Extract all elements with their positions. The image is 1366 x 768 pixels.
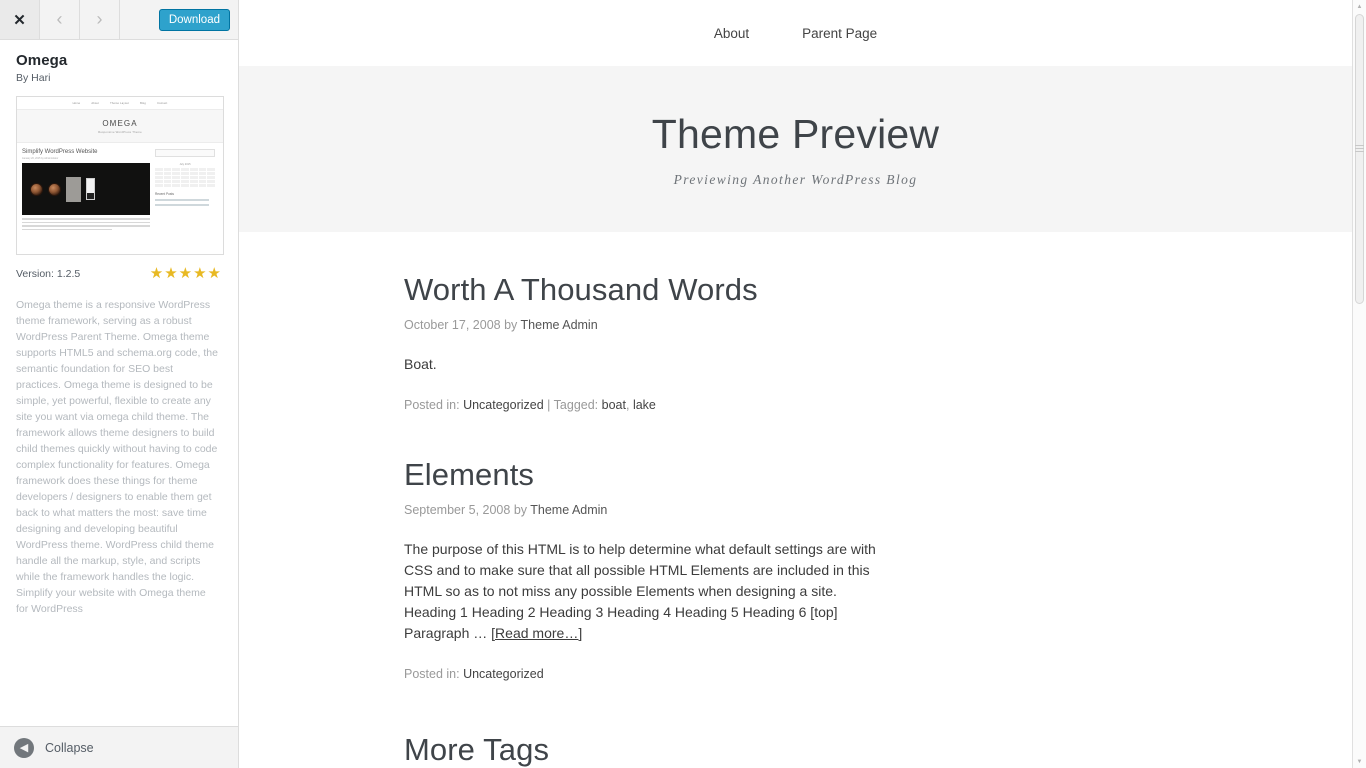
post-footer: Posted in: Uncategorized | Tagged: boat,… (404, 398, 1352, 412)
screenshot-calendar-title: July 2015 (179, 163, 191, 166)
theme-author: By Hari (16, 72, 51, 84)
screenshot-excerpt-lines (22, 218, 150, 230)
preview-toolbar: ✕ ‹ › Download (0, 0, 238, 40)
close-icon[interactable]: ✕ (0, 0, 40, 39)
previous-theme-button[interactable]: ‹ (40, 0, 80, 39)
post-title[interactable]: Elements (404, 457, 1352, 493)
screenshot-nav-item: Theme Layout (110, 101, 130, 105)
theme-meta-row: Version: 1.2.5 ★★★★★ (16, 266, 222, 281)
screenshot-search-box (155, 149, 215, 157)
post-author-link[interactable]: Theme Admin (521, 318, 598, 332)
theme-install-sidebar: ✕ ‹ › Download Omega By Hari Home About … (0, 0, 239, 768)
theme-preview-page: ✕ ‹ › Download Omega By Hari Home About … (0, 0, 1366, 768)
scroll-up-arrow-icon[interactable]: ▲ (1353, 0, 1366, 13)
post-by-label: by (513, 503, 528, 517)
theme-screenshot-thumbnail: Home About Theme Layout Blog Contact OME… (16, 96, 224, 255)
post-title[interactable]: More Tags (404, 732, 1352, 768)
category-link[interactable]: Uncategorized (463, 667, 544, 681)
collapse-label: Collapse (45, 740, 94, 755)
download-button[interactable]: Download (158, 9, 230, 31)
nav-item-about[interactable]: About (714, 26, 749, 41)
theme-description: Omega theme is a responsive WordPress th… (16, 299, 218, 615)
post-date: September 5, 2008 (404, 503, 511, 517)
site-header: Theme Preview Previewing Another WordPre… (239, 66, 1352, 232)
post-author-link[interactable]: Theme Admin (530, 503, 607, 517)
screenshot-featured-image (22, 163, 150, 215)
post-more-tags: More Tags June 21, 2008 by Theme Admin —… (404, 732, 1352, 768)
post-by-label: by (504, 318, 518, 332)
post-worth-a-thousand-words: Worth A Thousand Words October 17, 2008 … (404, 272, 1352, 412)
screenshot-calendar-grid (155, 168, 215, 187)
site-content: Worth A Thousand Words October 17, 2008 … (239, 272, 1352, 768)
site-title: Theme Preview (651, 110, 940, 157)
post-meta: October 17, 2008 by Theme Admin (404, 318, 1352, 332)
theme-version: Version: 1.2.5 (16, 267, 81, 280)
posted-in-label: Posted in: (404, 398, 460, 412)
page-scrollbar[interactable]: ▲ ▼ (1352, 0, 1366, 768)
screenshot-recent-posts-title: Recent Posts (155, 192, 174, 196)
scrollbar-grip-icon (1355, 145, 1364, 153)
screenshot-nav: Home About Theme Layout Blog Contact (17, 97, 223, 110)
screenshot-header: OMEGA Responsive WordPress Theme (17, 110, 223, 143)
site-navigation: About Parent Page (239, 0, 1352, 66)
post-meta: September 5, 2008 by Theme Admin (404, 503, 1352, 517)
tag-link[interactable]: boat (602, 398, 626, 412)
screenshot-nav-item: Blog (140, 101, 147, 105)
card-shape (66, 176, 81, 202)
screenshot-recent-post-link (155, 204, 209, 206)
theme-info-panel: Omega By Hari Home About Theme Layout Bl… (0, 40, 238, 617)
screenshot-nav-item: About (91, 101, 100, 105)
nav-item-parent-page[interactable]: Parent Page (802, 26, 877, 41)
tag-link[interactable]: lake (633, 398, 656, 412)
category-link[interactable]: Uncategorized (463, 398, 544, 412)
post-title[interactable]: Worth A Thousand Words (404, 272, 1352, 308)
phone-shape (86, 178, 95, 200)
next-theme-button[interactable]: › (80, 0, 120, 39)
post-excerpt-text: The purpose of this HTML is to help dete… (404, 541, 876, 641)
scroll-down-arrow-icon[interactable]: ▼ (1353, 755, 1366, 768)
collapse-button[interactable]: ◀ Collapse (0, 726, 238, 768)
screenshot-site-title: OMEGA (102, 118, 138, 128)
screenshot-main-column: Simplify WordPress Website January 20, 2… (22, 149, 150, 232)
screenshot-post-title: Simplify WordPress Website (22, 149, 98, 155)
screenshot-sidebar-column: July 2015 Recent Posts (155, 149, 215, 232)
post-elements: Elements September 5, 2008 by Theme Admi… (404, 457, 1352, 681)
coin-shape (48, 182, 61, 196)
screenshot-post-meta: January 20, 2015 by Administrator (22, 157, 59, 160)
screenshot-body: Simplify WordPress Website January 20, 2… (17, 143, 223, 232)
post-footer: Posted in: Uncategorized (404, 667, 1352, 681)
post-body: The purpose of this HTML is to help dete… (404, 539, 882, 644)
footer-separator: | (547, 398, 551, 412)
theme-name: Omega (16, 52, 68, 69)
tagged-label: Tagged: (553, 398, 599, 412)
screenshot-site-tagline: Responsive WordPress Theme (98, 129, 142, 134)
chevron-left-icon: ◀ (14, 737, 34, 758)
posted-in-label: Posted in: (404, 667, 460, 681)
screenshot-calendar-widget: July 2015 (155, 163, 215, 187)
screenshot-nav-item: Home (72, 101, 81, 105)
coin-shape (30, 182, 43, 196)
site-tagline: Previewing Another WordPress Blog (673, 171, 918, 187)
tag-comma: , (625, 398, 630, 412)
scrollbar-thumb[interactable] (1355, 14, 1364, 304)
post-body: Boat. (404, 356, 437, 372)
read-more-link[interactable]: [Read more…] (491, 625, 582, 641)
theme-preview-frame: About Parent Page Theme Preview Previewi… (239, 0, 1352, 768)
screenshot-nav-item: Contact (157, 101, 168, 105)
screenshot-recent-post-link (155, 199, 209, 201)
theme-rating-stars: ★★★★★ (149, 265, 222, 282)
post-date: October 17, 2008 (404, 318, 501, 332)
